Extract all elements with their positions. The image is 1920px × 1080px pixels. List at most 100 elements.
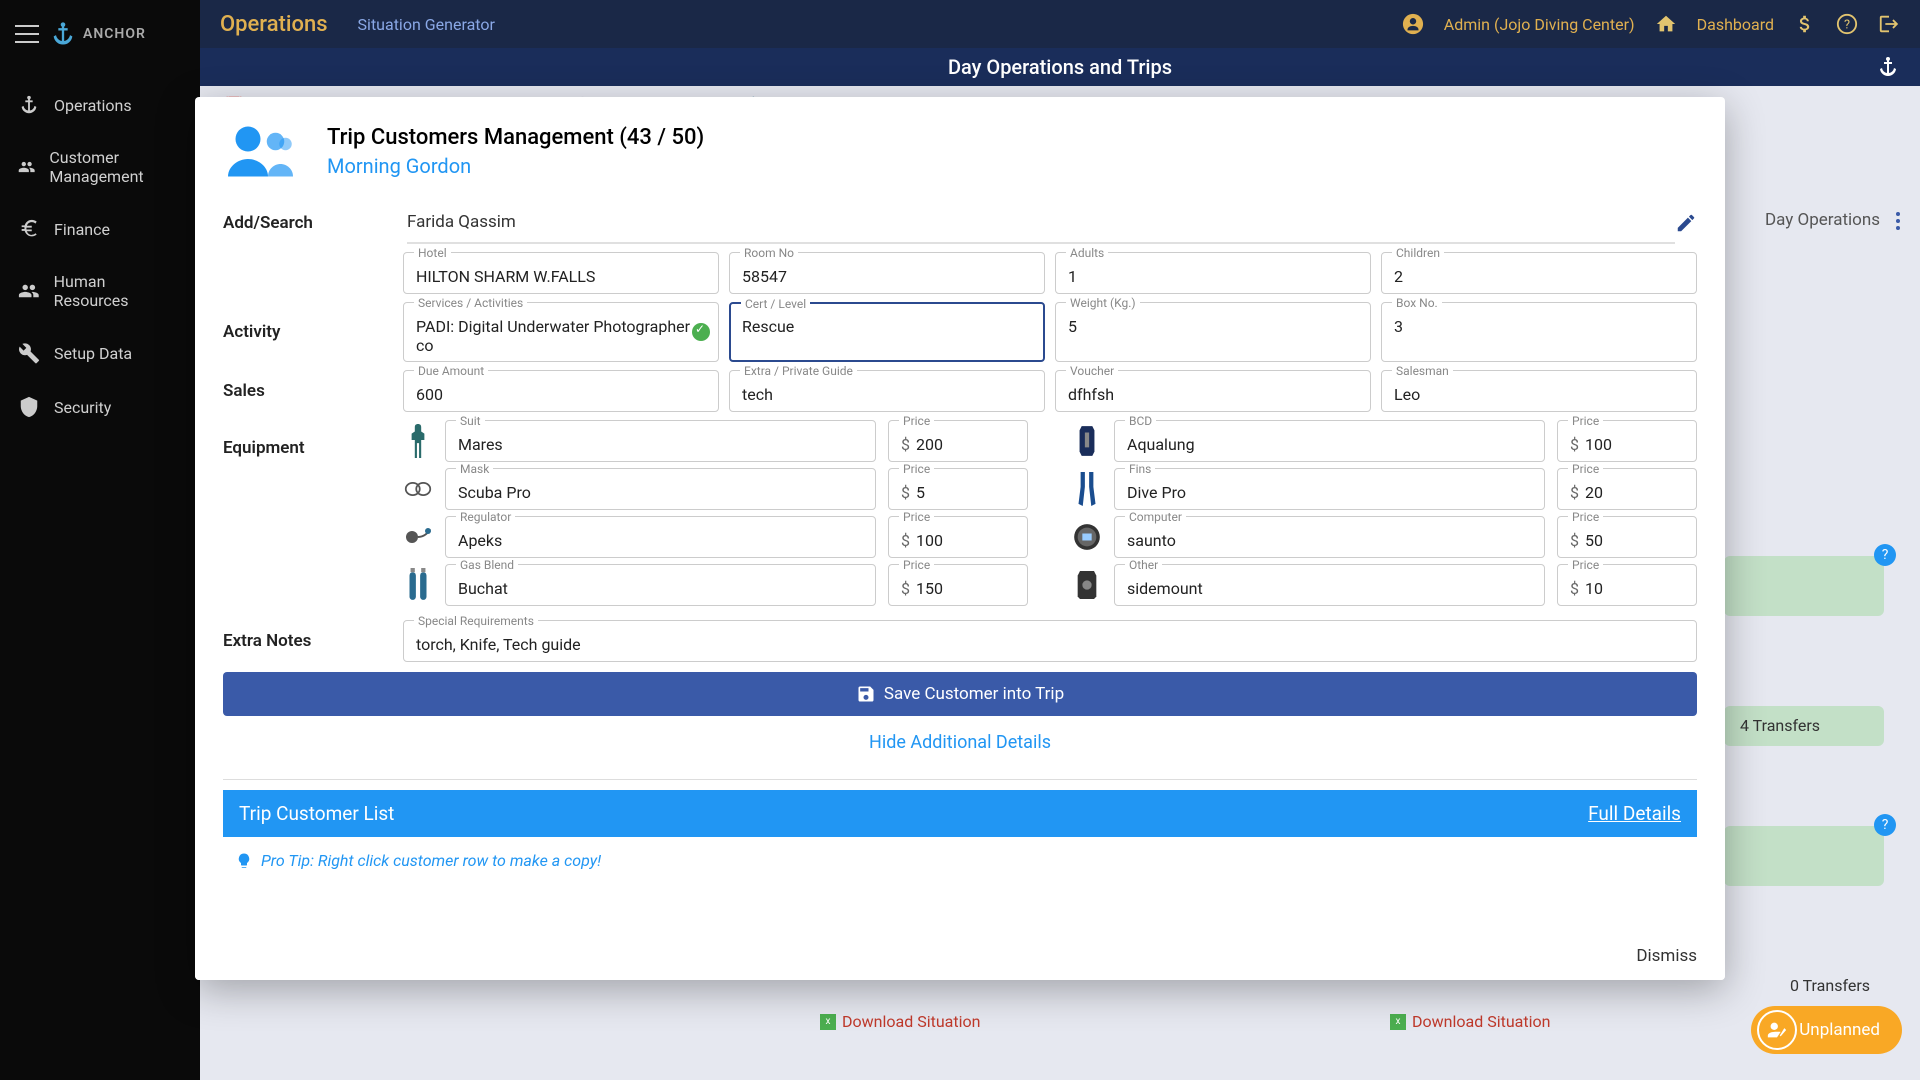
section-label-equipment: Equipment <box>223 420 403 458</box>
sidebar-item-human-resources[interactable]: Human Resources <box>0 256 200 326</box>
xls-icon: x <box>820 1014 836 1030</box>
customer-name-input[interactable]: Farida Qassim <box>407 202 1675 244</box>
regulator-price-field[interactable]: Price$100 <box>888 516 1028 558</box>
sidebar-item-security[interactable]: Security <box>0 380 200 434</box>
people-icon <box>18 280 40 302</box>
field-label: Due Amount <box>414 364 488 378</box>
account-circle-icon[interactable] <box>1402 13 1424 35</box>
field-label: Price <box>899 414 934 428</box>
customer-list-title: Trip Customer List <box>239 802 394 825</box>
suit-price-field[interactable]: Price$200 <box>888 420 1028 462</box>
dollar-icon[interactable] <box>1794 13 1816 35</box>
customer-list-header: Trip Customer List Full Details <box>223 790 1697 837</box>
special-requirements-field[interactable]: Special Requirementstorch, Knife, Tech g… <box>403 620 1697 662</box>
tab-day-operations[interactable]: Day Operations <box>1765 210 1880 230</box>
dayops-title: Day Operations and Trips <box>948 55 1172 79</box>
field-value: 200 <box>916 435 943 454</box>
box-no-field[interactable]: Box No.3 <box>1381 302 1697 362</box>
due-amount-field[interactable]: Due Amount600 <box>403 370 719 412</box>
shield-icon <box>18 396 40 418</box>
transfer-card[interactable]: ? <box>1724 556 1884 616</box>
field-value: dfhfsh <box>1068 385 1358 405</box>
field-value: 58547 <box>742 267 1032 287</box>
unplanned-fab[interactable]: Unplanned <box>1751 1006 1902 1054</box>
field-value: Scuba Pro <box>458 483 863 503</box>
dismiss-button[interactable]: Dismiss <box>1636 946 1697 966</box>
download-situation-link[interactable]: x Download Situation <box>820 1012 980 1031</box>
hamburger-menu[interactable] <box>15 25 39 43</box>
voucher-field[interactable]: Voucherdfhfsh <box>1055 370 1371 412</box>
field-label: Price <box>1568 414 1603 428</box>
computer-field[interactable]: Computersaunto <box>1114 516 1545 558</box>
field-value: 100 <box>1585 435 1612 454</box>
bcd-price-field[interactable]: Price$100 <box>1557 420 1697 462</box>
computer-price-field[interactable]: Price$50 <box>1557 516 1697 558</box>
field-value: tech <box>742 385 1032 405</box>
children-field[interactable]: Children2 <box>1381 252 1697 294</box>
save-customer-button[interactable]: Save Customer into Trip <box>223 672 1697 716</box>
sidebar-item-operations[interactable]: Operations <box>0 78 200 132</box>
field-value: 5 <box>1068 317 1358 337</box>
room-no-field[interactable]: Room No58547 <box>729 252 1045 294</box>
download-situation-link[interactable]: xDownload Situation <box>1390 1012 1550 1031</box>
sidebar-item-finance[interactable]: Finance <box>0 202 200 256</box>
help-icon[interactable]: ? <box>1836 13 1858 35</box>
hotel-field[interactable]: HotelHILTON SHARM W.FALLS <box>403 252 719 294</box>
gas-blend-field[interactable]: Gas BlendBuchat <box>445 564 876 606</box>
fins-price-field[interactable]: Price$20 <box>1557 468 1697 510</box>
field-value: HILTON SHARM W.FALLS <box>416 267 706 287</box>
gas-blend-icon <box>403 568 433 602</box>
other-field[interactable]: Othersidemount <box>1114 564 1545 606</box>
field-value: PADI: Digital Underwater Photographer co <box>416 317 706 355</box>
fins-field[interactable]: FinsDive Pro <box>1114 468 1545 510</box>
field-value: 50 <box>1585 531 1603 550</box>
salesman-field[interactable]: SalesmanLeo <box>1381 370 1697 412</box>
sidebar-item-label: Customer Management <box>49 148 182 186</box>
edit-icon[interactable] <box>1675 212 1697 234</box>
extra-guide-field[interactable]: Extra / Private Guidetech <box>729 370 1045 412</box>
dayops-header: Day Operations and Trips <box>200 48 1920 86</box>
hide-details-link[interactable]: Hide Additional Details <box>223 716 1697 769</box>
field-label: Services / Activities <box>414 296 527 310</box>
help-badge-icon[interactable]: ? <box>1874 814 1896 836</box>
field-value: 2 <box>1394 267 1684 287</box>
fab-label: Unplanned <box>1799 1020 1880 1040</box>
bcd-field[interactable]: BCDAqualung <box>1114 420 1545 462</box>
transfer-count: 4 Transfers <box>1740 716 1820 735</box>
weight-field[interactable]: Weight (Kg.)5 <box>1055 302 1371 362</box>
help-badge-icon[interactable]: ? <box>1874 544 1896 566</box>
download-label: Download Situation <box>842 1012 980 1031</box>
transfer-card[interactable]: ? <box>1724 826 1884 886</box>
user-label[interactable]: Admin (Jojo Diving Center) <box>1444 15 1635 34</box>
dashboard-link[interactable]: Dashboard <box>1697 15 1774 34</box>
sidebar-item-label: Operations <box>54 96 132 115</box>
sidebar-item-setup-data[interactable]: Setup Data <box>0 326 200 380</box>
full-details-link[interactable]: Full Details <box>1588 802 1681 825</box>
other-price-field[interactable]: Price$10 <box>1557 564 1697 606</box>
regulator-field[interactable]: RegulatorApeks <box>445 516 876 558</box>
mask-price-field[interactable]: Price$5 <box>888 468 1028 510</box>
gas-blend-price-field[interactable]: Price$150 <box>888 564 1028 606</box>
page-title: Operations <box>220 12 328 37</box>
brand-text: ANCHOR <box>83 26 146 42</box>
field-label: Regulator <box>456 510 515 524</box>
cert-level-field[interactable]: Cert / LevelRescue <box>729 302 1045 362</box>
modal-title: Trip Customers Management (43 / 50) <box>327 125 704 150</box>
services-field[interactable]: Services / ActivitiesPADI: Digital Under… <box>403 302 719 362</box>
field-label: Cert / Level <box>741 297 810 311</box>
sidebar-item-customer-management[interactable]: Customer Management <box>0 132 200 202</box>
adults-field[interactable]: Adults1 <box>1055 252 1371 294</box>
suit-icon <box>403 424 433 458</box>
suit-field[interactable]: SuitMares <box>445 420 876 462</box>
more-menu-icon[interactable] <box>1896 212 1900 230</box>
sidebar-item-label: Security <box>54 398 111 417</box>
page-subtitle: Situation Generator <box>358 15 495 34</box>
mask-field[interactable]: MaskScuba Pro <box>445 468 876 510</box>
bcd-icon <box>1072 424 1102 458</box>
field-value: Apeks <box>458 531 863 551</box>
field-value: Rescue <box>742 317 1032 337</box>
anchor-icon[interactable] <box>1876 55 1900 79</box>
field-label: Hotel <box>414 246 451 260</box>
fins-icon <box>1072 472 1102 506</box>
logout-icon[interactable] <box>1878 13 1900 35</box>
